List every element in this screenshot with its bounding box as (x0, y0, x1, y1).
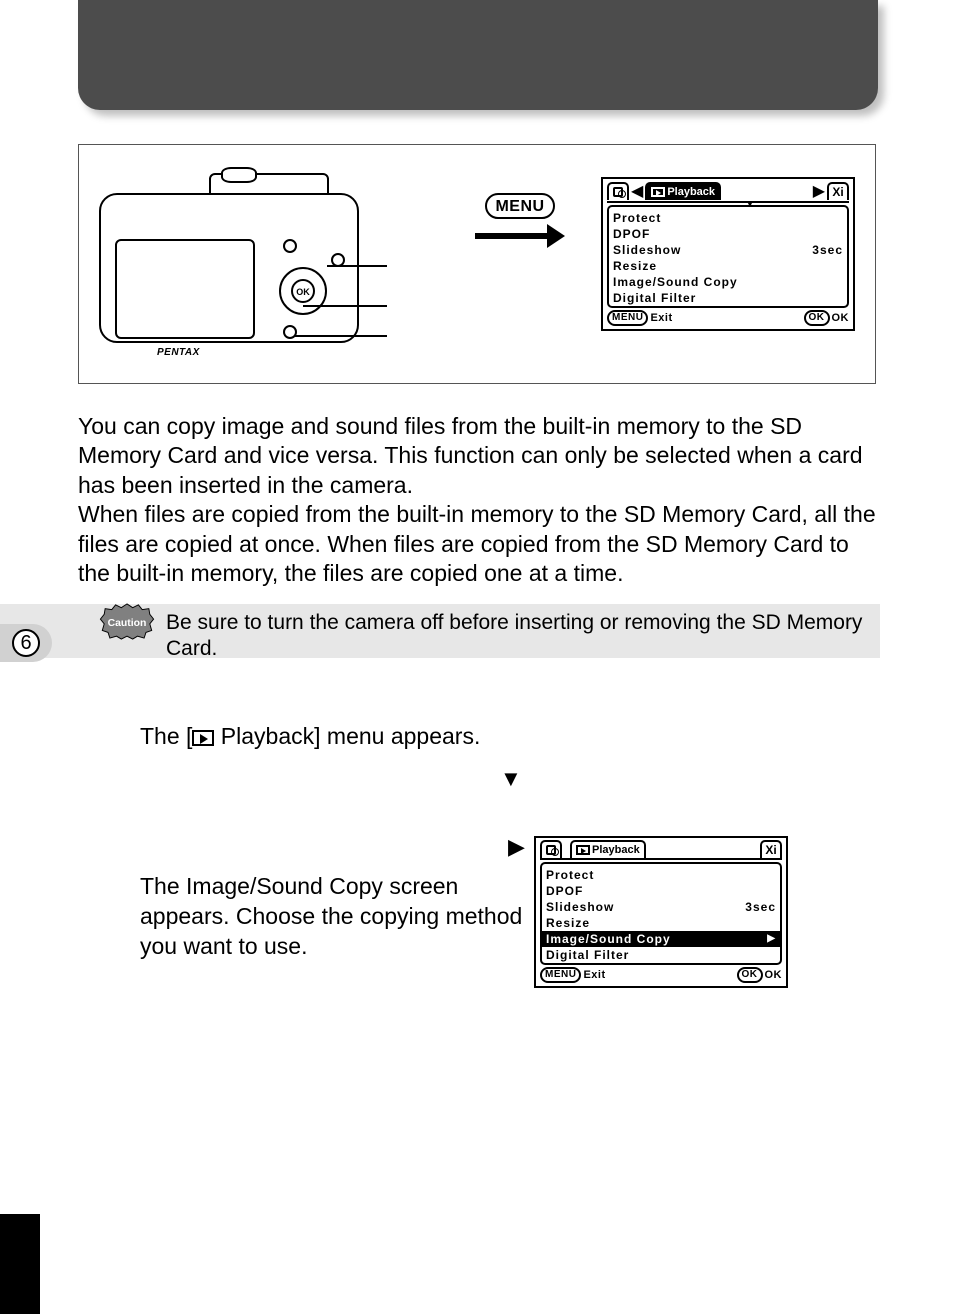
illustration-box: OK PENTAX MENU ◀ Playback ▶ Xi ▼ Prote (78, 144, 876, 384)
callout-line (295, 335, 387, 337)
menu-item: Image/Sound Copy (613, 274, 843, 290)
menu-item: Protect (613, 210, 843, 226)
play-icon (192, 730, 214, 746)
camera-body: OK PENTAX (99, 193, 359, 343)
camera-brand-label: PENTAX (157, 347, 200, 358)
chapter-tab: 6 (0, 624, 52, 662)
menu-item: Slideshow3sec (546, 899, 776, 915)
arrow-right-icon (475, 227, 565, 245)
lcd-screen-playback-menu-selected: Playback Xi Protect DPOF Slideshow3sec R… (534, 836, 788, 988)
menu-item: Digital Filter (613, 290, 843, 306)
menu-item: DPOF (613, 226, 843, 242)
tab-playback: Playback (570, 840, 646, 858)
body-paragraph: You can copy image and sound files from … (78, 412, 878, 589)
right-arrow-icon: ▶ (508, 834, 525, 860)
instruction-text: The Image/Sound Copy screen appears. Cho… (140, 872, 530, 962)
menu-item: Protect (546, 867, 776, 883)
page-corner-strip (0, 1214, 40, 1314)
menu-item: Slideshow3sec (613, 242, 843, 258)
play-icon (651, 187, 665, 197)
tab-playback: Playback (645, 182, 721, 200)
menu-item-selected: Image/Sound Copy▶ (542, 931, 780, 947)
caution-text: Be sure to turn the camera off before in… (166, 610, 866, 663)
scroll-down-icon: ▼ (745, 199, 755, 210)
lcd-ok-label: OKOK (737, 967, 783, 983)
camera-screen (115, 239, 255, 339)
play-icon (576, 845, 590, 855)
menu-item: Resize (546, 915, 776, 931)
tab-arrow-left-icon: ◀ (631, 181, 643, 201)
lcd-menu-body: Protect DPOF Slideshow3sec Resize Image/… (540, 862, 782, 965)
lcd-screen-playback-menu: ◀ Playback ▶ Xi ▼ Protect DPOF Slideshow… (601, 177, 855, 331)
camera-ok-button: OK (291, 279, 315, 303)
tab-setup-icon: Xi (827, 182, 849, 200)
tab-record-icon (607, 182, 629, 200)
callout-line (303, 305, 387, 307)
callout-line (327, 265, 387, 267)
tab-playback-label: Playback (592, 844, 640, 856)
svg-text:Caution: Caution (108, 618, 147, 629)
tab-playback-label: Playback (667, 186, 715, 198)
chapter-number: 6 (12, 629, 40, 657)
lcd-exit-label: MENUExit (607, 310, 673, 326)
caution-icon: Caution (98, 602, 156, 640)
menu-item: Resize (613, 258, 843, 274)
camera-button (283, 239, 297, 253)
menu-button-label: MENU (485, 193, 555, 219)
instruction-text: The [ Playback] menu appears. (140, 722, 480, 752)
lcd-menu-body: Protect DPOF Slideshow3sec Resize Image/… (607, 205, 849, 308)
down-arrow-icon: ▼ (500, 766, 522, 792)
menu-item: Digital Filter (546, 947, 776, 963)
submenu-arrow-icon: ▶ (767, 932, 776, 946)
tab-setup-icon: Xi (760, 840, 782, 858)
camera-illustration: OK PENTAX (99, 165, 399, 355)
lcd-exit-label: MENUExit (540, 967, 606, 983)
tab-record-icon (540, 840, 562, 858)
lcd-ok-label: OKOK (804, 310, 850, 326)
menu-item: DPOF (546, 883, 776, 899)
tab-arrow-right-icon: ▶ (813, 181, 825, 201)
camera-dial (221, 167, 257, 183)
section-header-panel (78, 0, 878, 110)
